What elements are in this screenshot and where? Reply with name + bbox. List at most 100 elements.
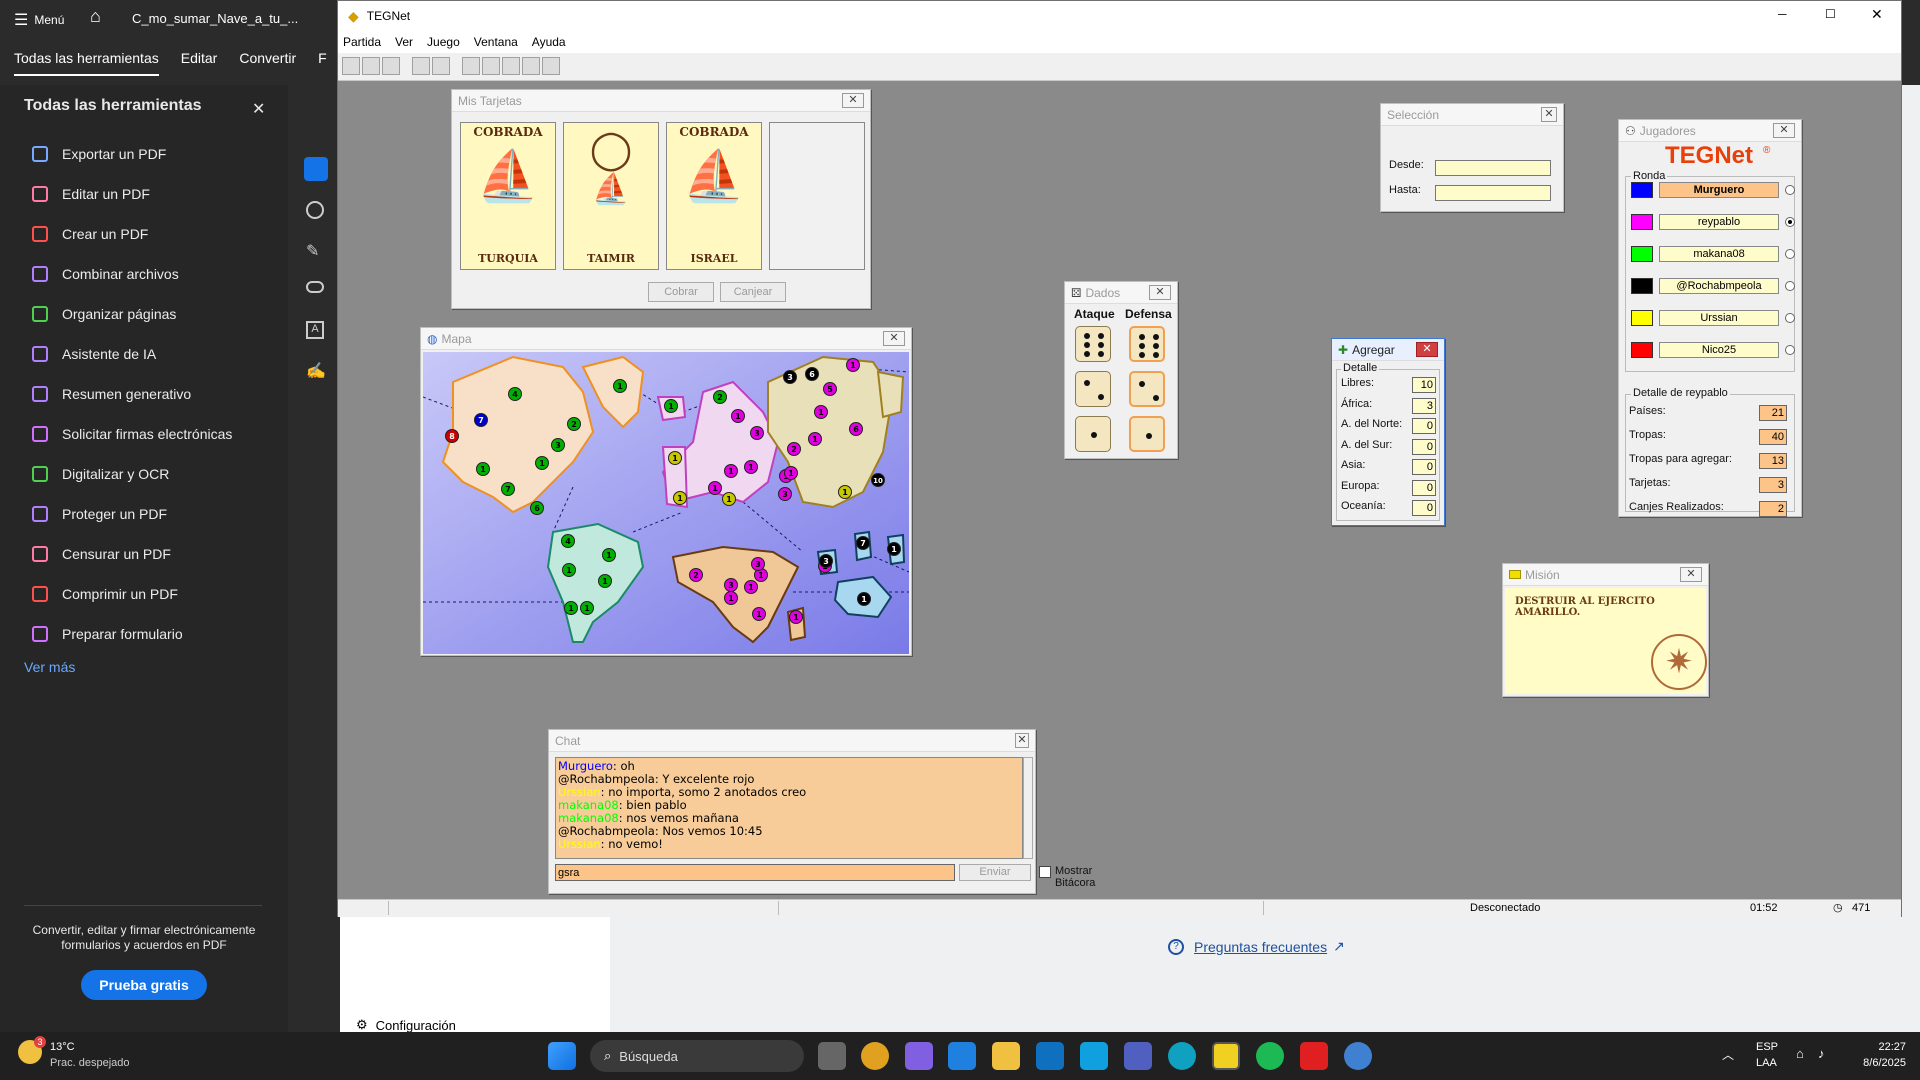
army-marker[interactable]: 1 xyxy=(744,580,758,594)
edge-icon[interactable] xyxy=(1168,1042,1196,1070)
text-tool-icon[interactable]: A xyxy=(306,321,324,339)
menu-button[interactable]: ☰ Menú xyxy=(14,10,64,30)
menu-ventana[interactable]: Ventana xyxy=(467,35,525,49)
start-icon[interactable] xyxy=(548,1042,576,1070)
player-turn-radio[interactable] xyxy=(1785,281,1795,291)
army-marker[interactable]: 3 xyxy=(551,438,565,452)
army-marker[interactable]: 3 xyxy=(724,578,738,592)
add-icon[interactable] xyxy=(462,57,480,75)
player-turn-radio[interactable] xyxy=(1785,217,1795,227)
army-marker[interactable]: 1 xyxy=(708,481,722,495)
stop-icon[interactable] xyxy=(432,57,450,75)
army-marker[interactable]: 2 xyxy=(787,442,801,456)
army-marker[interactable]: 1 xyxy=(580,601,594,615)
army-marker[interactable]: 1 xyxy=(857,592,871,606)
army-marker[interactable]: 1 xyxy=(613,379,627,393)
army-marker[interactable]: 1 xyxy=(731,409,745,423)
select-tool-icon[interactable] xyxy=(304,157,328,181)
army-marker[interactable]: 1 xyxy=(887,542,901,556)
close-button[interactable]: ✕ xyxy=(1871,6,1883,23)
army-marker[interactable]: 7 xyxy=(856,536,870,550)
from-field[interactable] xyxy=(1435,160,1551,176)
player-turn-radio[interactable] xyxy=(1785,249,1795,259)
army-marker[interactable]: 1 xyxy=(722,492,736,506)
tool-compress[interactable]: Comprimir un PDF xyxy=(32,582,178,606)
country-card-1[interactable]: COBRADA ⛵ TURQUIA xyxy=(460,122,556,270)
outlook-icon[interactable] xyxy=(1036,1042,1064,1070)
army-marker[interactable]: 3 xyxy=(819,554,833,568)
army-marker[interactable]: 1 xyxy=(752,607,766,621)
task-view-icon[interactable] xyxy=(818,1042,846,1070)
taskbar-search[interactable]: ⌕ Búsqueda xyxy=(590,1040,804,1072)
army-marker[interactable]: 1 xyxy=(838,485,852,499)
army-marker[interactable]: 1 xyxy=(535,456,549,470)
army-marker[interactable]: 5 xyxy=(823,382,837,396)
close-icon[interactable]: ✕ xyxy=(252,99,265,119)
network-icon[interactable]: ⌂ xyxy=(1796,1046,1804,1061)
army-marker[interactable]: 1 xyxy=(784,466,798,480)
army-marker[interactable]: 1 xyxy=(673,491,687,505)
army-marker[interactable]: 1 xyxy=(789,610,803,624)
country-card-3[interactable]: COBRADA ⛵ ISRAEL xyxy=(666,122,762,270)
maximize-button[interactable]: ☐ xyxy=(1825,7,1836,21)
lang-code[interactable]: ESP xyxy=(1756,1041,1778,1053)
player-turn-radio[interactable] xyxy=(1785,185,1795,195)
menu-juego[interactable]: Juego xyxy=(420,35,467,49)
chat-scrollbar[interactable] xyxy=(1023,757,1033,859)
volume-icon[interactable]: ♪ xyxy=(1818,1046,1825,1061)
army-marker[interactable]: 1 xyxy=(564,601,578,615)
tool-signatures[interactable]: Solicitar firmas electrónicas xyxy=(32,422,232,446)
tool-edit-pdf[interactable]: Editar un PDF xyxy=(32,182,150,206)
army-marker[interactable]: 1 xyxy=(744,460,758,474)
tool-combine[interactable]: Combinar archivos xyxy=(32,262,179,286)
attack-icon[interactable] xyxy=(482,57,500,75)
world-map[interactable]: 4782311761141111121131111113136151211631… xyxy=(423,352,909,654)
to-field[interactable] xyxy=(1435,185,1551,201)
army-marker[interactable]: 3 xyxy=(750,426,764,440)
army-marker[interactable]: 1 xyxy=(668,451,682,465)
tool-ocr[interactable]: Digitalizar y OCR xyxy=(32,462,169,486)
faq-link[interactable]: ? Preguntas frecuentes ↗ xyxy=(1168,938,1345,955)
tool-create-pdf[interactable]: Crear un PDF xyxy=(32,222,148,246)
disconnect-icon[interactable] xyxy=(362,57,380,75)
army-marker[interactable]: 1 xyxy=(476,462,490,476)
powerautomate-icon[interactable] xyxy=(1080,1042,1108,1070)
close-icon[interactable]: ✕ xyxy=(842,93,864,108)
army-marker[interactable]: 1 xyxy=(724,464,738,478)
see-more-link[interactable]: Ver más xyxy=(24,659,75,675)
army-marker[interactable]: 7 xyxy=(501,482,515,496)
chat-log[interactable]: Murguero: oh @Rochabmpeola: Y excelente r… xyxy=(555,757,1023,859)
close-icon[interactable]: ✕ xyxy=(1680,567,1702,582)
log-checkbox[interactable] xyxy=(1039,866,1051,878)
tool-prepare-form[interactable]: Preparar formulario xyxy=(32,622,183,646)
list-icon[interactable] xyxy=(382,57,400,75)
country-card-2[interactable]: ◯ ⛵ TAIMIR xyxy=(563,122,659,270)
move-icon[interactable] xyxy=(502,57,520,75)
close-icon[interactable]: ✕ xyxy=(1541,107,1557,122)
document-tab[interactable]: C_mo_sumar_Nave_a_tu_... xyxy=(132,11,298,26)
army-marker[interactable]: 2 xyxy=(713,390,727,404)
tab-convert[interactable]: Convertir xyxy=(239,50,296,76)
army-marker[interactable]: 1 xyxy=(814,405,828,419)
tab-edit[interactable]: Editar xyxy=(181,50,218,76)
connect-icon[interactable] xyxy=(342,57,360,75)
acrobat-icon[interactable] xyxy=(1300,1042,1328,1070)
tool-ai-assistant[interactable]: Asistente de IA xyxy=(32,342,156,366)
army-marker[interactable]: 3 xyxy=(783,370,797,384)
chat-input[interactable] xyxy=(555,864,955,881)
tool-protect[interactable]: Proteger un PDF xyxy=(32,502,167,526)
clock-date[interactable]: 8/6/2025 xyxy=(1846,1057,1906,1069)
teams-icon[interactable] xyxy=(1124,1042,1152,1070)
home-icon[interactable]: ⌂ xyxy=(90,6,101,27)
tab-all-tools[interactable]: Todas las herramientas xyxy=(14,50,159,76)
copilot-icon[interactable] xyxy=(905,1042,933,1070)
army-marker[interactable]: 6 xyxy=(530,501,544,515)
close-icon[interactable]: ✕ xyxy=(1015,733,1029,748)
army-marker[interactable]: 2 xyxy=(689,568,703,582)
menu-partida[interactable]: Partida xyxy=(338,35,388,49)
army-marker[interactable]: 1 xyxy=(724,591,738,605)
army-marker[interactable]: 1 xyxy=(598,574,612,588)
tab-more[interactable]: F xyxy=(318,50,327,76)
army-marker[interactable]: 8 xyxy=(445,429,459,443)
army-marker[interactable]: 2 xyxy=(567,417,581,431)
